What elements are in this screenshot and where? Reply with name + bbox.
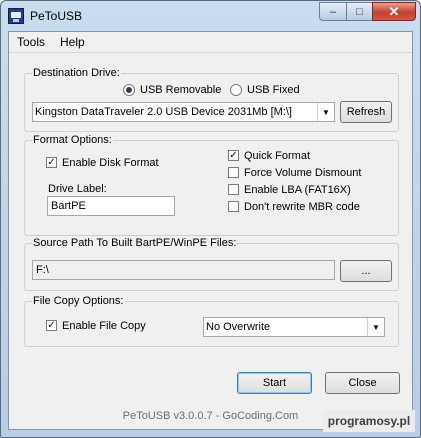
usb-fixed-radio[interactable] — [230, 84, 242, 96]
source-path-value: F:\ — [36, 264, 49, 276]
dont-rewrite-mbr-checkbox[interactable] — [228, 201, 239, 212]
source-path-input[interactable]: F:\ — [32, 260, 335, 280]
close-window-button[interactable]: ✕ — [372, 2, 416, 21]
refresh-button[interactable]: Refresh — [340, 101, 392, 123]
drive-label-value: BartPE — [51, 200, 86, 212]
enable-file-copy-label: Enable File Copy — [62, 320, 146, 332]
client-area: Tools Help Destination Drive: USB Remova… — [8, 31, 413, 430]
enable-file-copy-checkbox[interactable]: ✓ — [46, 320, 57, 331]
chevron-down-icon: ▼ — [317, 103, 334, 121]
menu-bar: Tools Help — [9, 32, 412, 53]
close-icon: ✕ — [388, 3, 400, 19]
app-window: PeToUSB – □ ✕ Tools Help Destination Dri… — [0, 0, 421, 438]
close-button[interactable]: Close — [325, 372, 400, 394]
enable-disk-format-label: Enable Disk Format — [62, 157, 159, 169]
minimize-button[interactable]: – — [319, 2, 347, 21]
maximize-button[interactable]: □ — [346, 2, 373, 21]
drive-select[interactable]: Kingston DataTraveler 2.0 USB Device 203… — [32, 102, 335, 122]
force-volume-dismount-checkbox[interactable] — [228, 167, 239, 178]
watermark-logo: programosy.pl — [323, 410, 415, 432]
usb-removable-label: USB Removable — [140, 84, 222, 96]
start-button[interactable]: Start — [237, 372, 312, 394]
file-copy-options-legend: File Copy Options: — [32, 295, 125, 307]
source-path-legend: Source Path To Built BartPE/WinPE Files: — [32, 237, 238, 249]
format-options-legend: Format Options: — [32, 134, 113, 146]
quick-format-checkbox[interactable]: ✓ — [228, 150, 239, 161]
overwrite-select-value: No Overwrite — [206, 321, 271, 333]
quick-format-label: Quick Format — [244, 150, 311, 162]
maximize-icon: □ — [356, 5, 363, 18]
enable-disk-format-checkbox[interactable]: ✓ — [46, 157, 57, 168]
dont-rewrite-mbr-label: Don't rewrite MBR code — [244, 201, 360, 213]
minimize-icon: – — [329, 5, 337, 18]
menu-tools[interactable]: Tools — [17, 35, 45, 49]
overwrite-select[interactable]: No Overwrite ▼ — [203, 317, 385, 337]
enable-lba-checkbox[interactable] — [228, 184, 239, 195]
drive-label-caption: Drive Label: — [48, 183, 107, 195]
drive-select-value: Kingston DataTraveler 2.0 USB Device 203… — [35, 106, 292, 118]
window-title: PeToUSB — [30, 9, 83, 23]
destination-drive-legend: Destination Drive: — [32, 67, 121, 79]
force-volume-dismount-label: Force Volume Dismount — [244, 167, 362, 179]
drive-label-input[interactable]: BartPE — [47, 196, 175, 216]
chevron-down-icon: ▼ — [367, 318, 384, 336]
menu-help[interactable]: Help — [60, 35, 85, 49]
usb-fixed-label: USB Fixed — [247, 84, 300, 96]
browse-button[interactable]: ... — [340, 260, 392, 282]
app-icon[interactable] — [8, 8, 24, 24]
title-bar[interactable]: PeToUSB – □ ✕ — [1, 1, 420, 31]
enable-lba-label: Enable LBA (FAT16X) — [244, 184, 351, 196]
usb-removable-radio[interactable] — [123, 84, 135, 96]
